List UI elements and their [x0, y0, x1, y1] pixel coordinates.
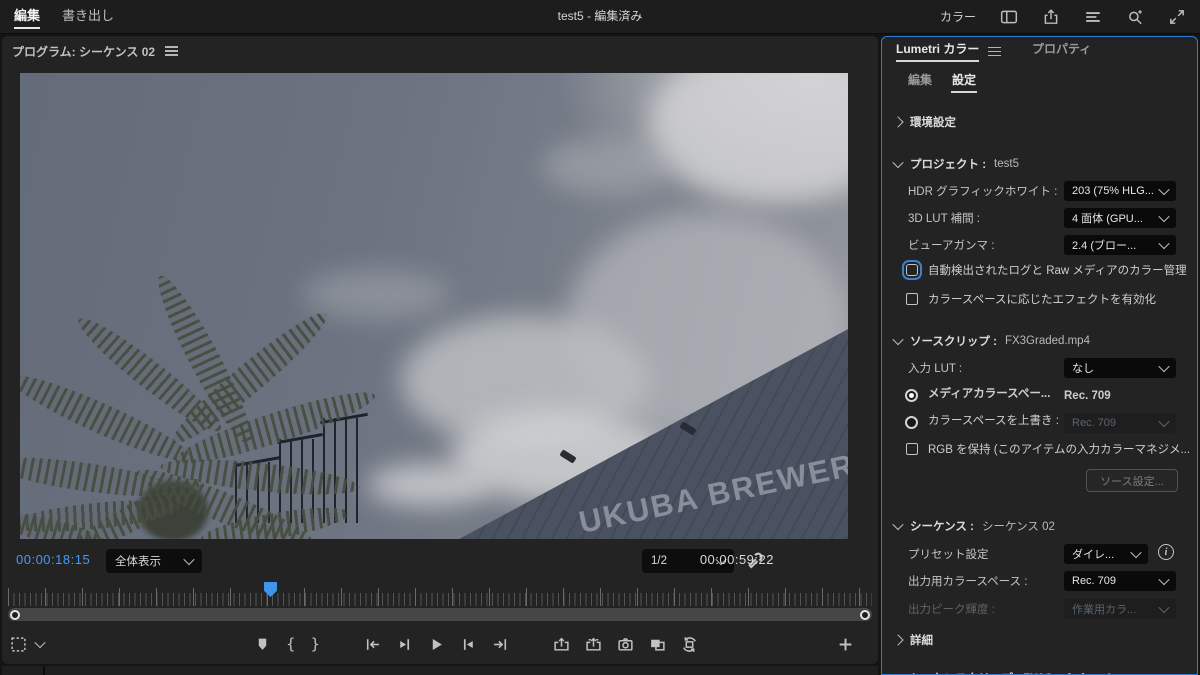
go-to-out-icon[interactable] — [492, 636, 509, 653]
program-monitor-panel: プログラム: シーケンス 02 UKUBA BREWERY 00:00:18:1… — [2, 36, 878, 664]
chevron-down-icon — [892, 670, 904, 674]
lift-icon[interactable] — [553, 636, 570, 653]
transport-controls: { } — [2, 628, 878, 660]
video-frame[interactable]: UKUBA BREWERY — [20, 73, 848, 539]
override-colorspace-dropdown: Rec. 709 — [1064, 413, 1176, 433]
subtab-edit[interactable]: 編集 — [908, 71, 932, 88]
monitor-zoom-scrollbar[interactable] — [8, 608, 872, 621]
cloud — [367, 464, 492, 507]
safe-margins-icon[interactable] — [10, 636, 27, 653]
tab-properties[interactable]: プロパティ — [1032, 40, 1091, 57]
colorspace-effects-checkbox[interactable] — [906, 293, 918, 305]
lut3d-interp-label: 3D LUT 補間 : — [908, 213, 980, 225]
subtab-settings[interactable]: 設定 — [951, 71, 978, 93]
cloud — [541, 138, 675, 195]
hdr-white-dropdown[interactable]: 203 (75% HLG... — [1064, 181, 1176, 201]
output-colorspace-label: 出力用カラースペース : — [908, 576, 1028, 588]
settings-lines-icon[interactable] — [1084, 8, 1102, 26]
preserve-rgb-checkbox[interactable] — [906, 443, 918, 455]
monitor-time-ruler[interactable] — [8, 582, 872, 606]
chevron-right-icon — [892, 116, 904, 128]
input-lut-label: 入力 LUT : — [908, 363, 963, 375]
preserve-rgb-label: RGB を保持 (このアイテムの入力カラーマネジメ... — [928, 444, 1191, 456]
step-forward-icon[interactable] — [460, 636, 477, 653]
current-timecode[interactable]: 00:00:18:15 — [16, 552, 90, 567]
override-colorspace-radio[interactable] — [905, 416, 918, 429]
cloud — [649, 73, 848, 204]
play-icon[interactable] — [428, 636, 445, 653]
button-editor-plus-icon[interactable] — [837, 636, 854, 653]
lut3d-interp-dropdown[interactable]: 4 面体 (GPU... — [1064, 208, 1176, 228]
multicam-icon[interactable] — [681, 636, 698, 653]
colorspace-effects-label: カラースペースに応じたエフェクトを有効化 — [928, 294, 1157, 306]
extract-icon[interactable] — [585, 636, 602, 653]
output-peak-dropdown: 作業用カラ... — [1064, 599, 1176, 619]
chevron-down-icon — [892, 333, 904, 346]
section-source-clip[interactable]: ソースクリップ : FX3Graded.mp4 — [892, 330, 1090, 352]
scrollbar-left-handle[interactable] — [10, 609, 20, 620]
chevron-down-icon — [892, 156, 904, 169]
source-settings-button: ソース設定... — [1086, 469, 1178, 492]
section-environment-settings[interactable]: 環境設定 — [892, 111, 956, 133]
panel-menu-icon[interactable] — [988, 44, 1002, 59]
output-peak-label: 出力ピーク輝度 : — [908, 604, 995, 616]
section-details[interactable]: 詳細 — [892, 629, 933, 651]
workspace-icon[interactable] — [1000, 8, 1018, 26]
mark-in-icon[interactable]: { — [286, 635, 296, 653]
tab-lumetri-color[interactable]: Lumetri カラー — [896, 40, 1002, 62]
media-colorspace-label: メディアカラースペー... — [928, 388, 1051, 400]
info-icon[interactable]: i — [1158, 544, 1174, 560]
chevron-down-icon[interactable] — [34, 636, 46, 649]
panel-menu-icon[interactable] — [165, 44, 179, 59]
go-to-in-icon[interactable] — [364, 636, 381, 653]
auto-log-raw-label: 自動検出されたログと Raw メディアのカラー管理 — [928, 265, 1187, 277]
program-monitor-title: プログラム: シーケンス 02 — [12, 44, 156, 59]
scrollbar-right-handle[interactable] — [860, 609, 870, 620]
chevron-right-icon — [892, 634, 904, 646]
lumetri-color-panel: Lumetri カラー プロパティ 編集 設定 環境設定 プロジェクト : tes… — [881, 36, 1198, 675]
workspace-label[interactable]: カラー — [940, 8, 976, 25]
media-colorspace-radio[interactable] — [905, 389, 918, 402]
zoom-level-dropdown[interactable]: 全体表示 — [106, 549, 202, 573]
viewer-gamma-dropdown[interactable]: 2.4 (ブロー... — [1064, 235, 1176, 255]
comparison-view-icon[interactable] — [649, 636, 666, 653]
auto-log-raw-checkbox[interactable] — [902, 260, 922, 280]
fullscreen-icon[interactable] — [1168, 8, 1186, 26]
share-icon[interactable] — [1042, 8, 1060, 26]
tab-edit-mode[interactable]: 編集 — [14, 0, 41, 32]
viewer-gamma-label: ビューアガンマ : — [908, 240, 995, 252]
section-project[interactable]: プロジェクト : test5 — [892, 153, 1019, 175]
app-window: test5 - 編集済み 編集 書き出し カラー プログラム: シーケンス 02 — [0, 0, 1200, 675]
export-frame-icon[interactable] — [617, 636, 634, 653]
section-sequence-clip[interactable]: シーケンスクリップ : FX3Graded.mp4 — [892, 667, 1111, 674]
chevron-down-icon — [892, 518, 904, 531]
timeline-panel-sliver — [2, 666, 878, 675]
step-back-icon[interactable] — [396, 636, 413, 653]
mark-out-icon[interactable]: } — [311, 635, 321, 653]
input-lut-dropdown[interactable]: なし — [1064, 358, 1176, 378]
section-sequence[interactable]: シーケンス : シーケンス 02 — [892, 515, 1055, 537]
tab-export-mode[interactable]: 書き出し — [62, 0, 114, 32]
preset-dropdown[interactable]: ダイレ... — [1064, 544, 1148, 564]
media-colorspace-value: Rec. 709 — [1064, 390, 1111, 402]
hdr-white-label: HDR グラフィックホワイト : — [908, 186, 1058, 198]
app-top-bar: test5 - 編集済み 編集 書き出し カラー — [0, 0, 1200, 34]
playhead[interactable] — [264, 582, 277, 597]
output-colorspace-dropdown[interactable]: Rec. 709 — [1064, 571, 1176, 591]
preset-label: プリセット設定 — [908, 549, 989, 561]
search-sparkle-icon[interactable] — [1126, 8, 1144, 26]
override-colorspace-label: カラースペースを上書き : — [928, 415, 1059, 427]
duration-timecode: 00:00:59:22 — [699, 552, 774, 567]
add-marker-icon[interactable] — [254, 636, 271, 653]
